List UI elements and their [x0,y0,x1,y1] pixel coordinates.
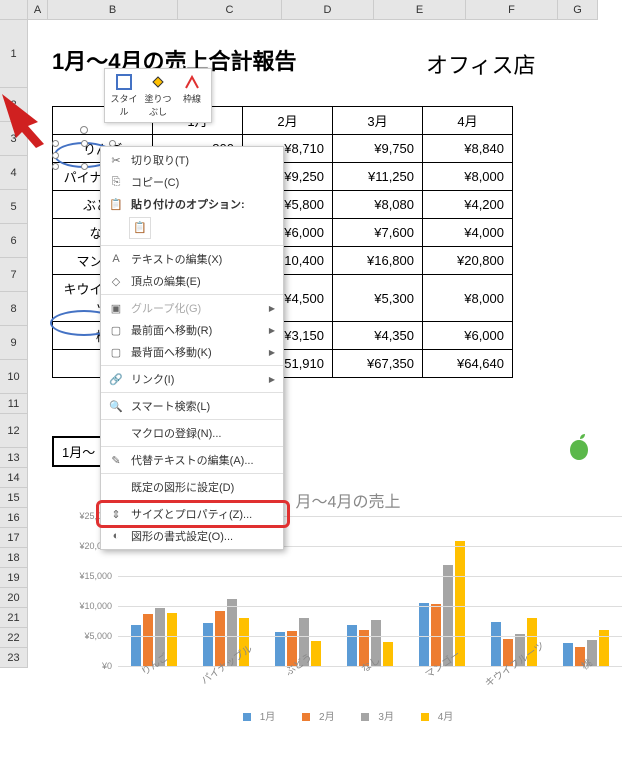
menu-cut[interactable]: ✂切り取り(T) [101,149,283,171]
col-header-B[interactable]: B [48,0,178,20]
chart-legend: 1月 2月 3月 4月 [68,708,628,723]
col-header-G[interactable]: G [558,0,598,20]
paste-option-icon[interactable]: 📋 [129,217,151,239]
menu-edit-points[interactable]: ◇頂点の編集(E) [101,270,283,292]
menu-bring-front[interactable]: ▢最前面へ移動(R)▶ [101,319,283,341]
cell-value: ¥9,750 [333,135,423,163]
menu-set-default[interactable]: 既定の図形に設定(D) [101,476,283,498]
cell-value: ¥5,300 [333,275,423,322]
format-icon: ◐ [107,530,125,542]
row-header[interactable]: 6 [0,224,28,258]
edit-points-icon: ◇ [107,275,125,288]
group-icon: ▣ [107,302,125,315]
cell-value: ¥20,800 [423,247,513,275]
apple-icon [566,432,592,469]
row-header[interactable]: 14 [0,468,28,488]
context-menu: ✂切り取り(T) ⎘コピー(C) 📋貼り付けのオプション: 📋 Aテキストの編集… [100,146,284,550]
th-month: 4月 [423,107,513,135]
row-header[interactable]: 5 [0,190,28,224]
cell-value: ¥8,000 [423,275,513,322]
cell-value: ¥4,350 [333,322,423,350]
menu-assign-macro[interactable]: マクロの登録(N)... [101,422,283,444]
cell-value: ¥6,000 [423,322,513,350]
size-icon: ⇕ [107,508,125,521]
row-header[interactable]: 4 [0,156,28,190]
menu-smart-lookup[interactable]: 🔍スマート検索(L) [101,395,283,417]
menu-send-back[interactable]: ▢最背面へ移動(K)▶ [101,341,283,363]
style-icon [109,73,139,91]
row-header[interactable]: 8 [0,292,28,326]
bring-front-icon: ▢ [107,324,125,337]
cell-value: ¥16,800 [333,247,423,275]
row-header[interactable]: 1 [0,20,28,88]
col-header-C[interactable]: C [178,0,282,20]
menu-format-shape[interactable]: ◐図形の書式設定(O)... [101,525,283,547]
th-month: 3月 [333,107,423,135]
row-header[interactable]: 18 [0,548,28,568]
cell-value: ¥64,640 [423,350,513,378]
outline-button[interactable]: 枠線 [175,71,209,120]
summary-label: 1月～ [62,442,95,461]
row-header[interactable]: 16 [0,508,28,528]
menu-edit-text[interactable]: Aテキストの編集(X) [101,248,283,270]
menu-alt-text[interactable]: ✎代替テキストの編集(A)... [101,449,283,471]
cell-value: ¥4,000 [423,219,513,247]
cell-value: ¥8,840 [423,135,513,163]
row-header[interactable]: 19 [0,568,28,588]
row-header[interactable]: 13 [0,448,28,468]
fill-icon [143,73,173,91]
menu-link[interactable]: 🔗リンク(I)▶ [101,368,283,390]
fill-button[interactable]: 塗りつぶし [141,71,175,120]
row-header[interactable]: 20 [0,588,28,608]
col-header-D[interactable]: D [282,0,374,20]
paste-options: 📋 [101,215,283,243]
row-header[interactable]: 11 [0,394,28,414]
annotation-arrow-icon [0,92,56,148]
select-all-corner[interactable] [0,0,28,20]
row-header[interactable]: 15 [0,488,28,508]
style-button[interactable]: スタイル [107,71,141,120]
row-header[interactable]: 10 [0,360,28,394]
menu-size-properties[interactable]: ⇕サイズとプロパティ(Z)... [101,503,283,525]
row-header[interactable]: 7 [0,258,28,292]
outline-icon [177,73,207,91]
row-header[interactable]: 9 [0,326,28,360]
cell-value: ¥8,000 [423,163,513,191]
cell-value: ¥8,080 [333,191,423,219]
send-back-icon: ▢ [107,346,125,359]
row-header[interactable]: 23 [0,648,28,668]
store-name: オフィス店 [426,48,536,80]
paste-icon: 📋 [107,198,125,211]
menu-copy[interactable]: ⎘コピー(C) [101,171,283,193]
row-header[interactable]: 12 [0,414,28,448]
column-headers: A B C D E F G [0,0,636,20]
cell-value: ¥11,250 [333,163,423,191]
cell-value: ¥67,350 [333,350,423,378]
cut-icon: ✂ [107,154,125,167]
cell-value: ¥4,200 [423,191,513,219]
menu-group: ▣グループ化(G)▶ [101,297,283,319]
link-icon: 🔗 [107,373,125,386]
chart-xlabels: りんごパイナップルぶどうなしマンゴーキウイフルーツ桃 [118,638,622,671]
row-header[interactable]: 17 [0,528,28,548]
mini-toolbar: スタイル 塗りつぶし 枠線 [104,68,212,123]
menu-paste-header: 📋貼り付けのオプション: [101,193,283,215]
alt-text-icon: ✎ [107,454,125,467]
cell-value: ¥7,600 [333,219,423,247]
copy-icon: ⎘ [107,176,125,189]
col-header-E[interactable]: E [374,0,466,20]
search-icon: 🔍 [107,400,125,413]
row-header[interactable]: 22 [0,628,28,648]
col-header-A[interactable]: A [28,0,48,20]
th-month: 2月 [243,107,333,135]
col-header-F[interactable]: F [466,0,558,20]
edit-text-icon: A [107,253,125,265]
row-header[interactable]: 21 [0,608,28,628]
